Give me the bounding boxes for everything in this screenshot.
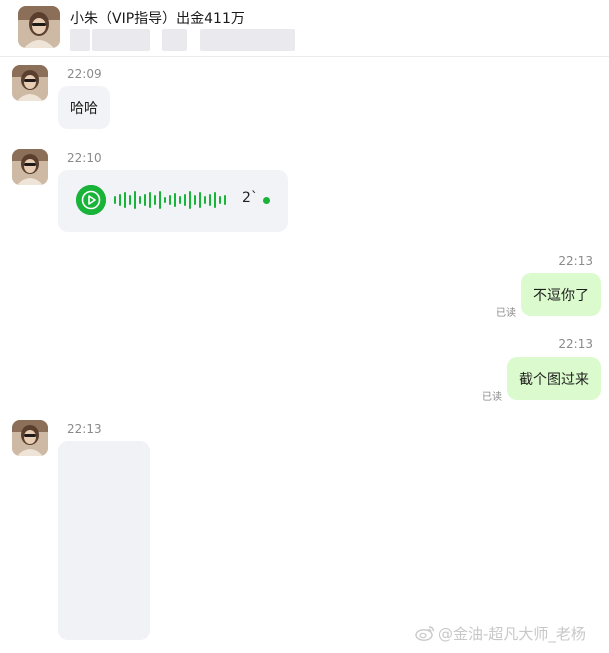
- message-bubble[interactable]: 截个图过来: [507, 357, 601, 400]
- chat-title: 小朱（VIP指导）出金411万: [70, 11, 245, 27]
- message-timestamp: 22:09: [67, 67, 102, 81]
- redacted-subtitle: [92, 29, 150, 51]
- message-text: 哈哈: [70, 100, 98, 117]
- sender-avatar[interactable]: [12, 149, 48, 185]
- message-bubble[interactable]: 不逗你了: [521, 273, 601, 316]
- message-text: 截个图过来: [519, 371, 589, 388]
- weibo-icon: [415, 626, 435, 641]
- sender-avatar[interactable]: [12, 420, 48, 456]
- redacted-subtitle: [162, 29, 187, 51]
- message-timestamp: 22:10: [67, 151, 102, 165]
- image-message[interactable]: [58, 441, 150, 640]
- message-timestamp: 22:13: [67, 422, 102, 436]
- message-timestamp: 22:13: [558, 337, 593, 351]
- voice-message-bubble[interactable]: 2`: [58, 170, 288, 232]
- message-text: 不逗你了: [533, 287, 589, 304]
- play-icon[interactable]: [76, 185, 106, 215]
- contact-avatar[interactable]: [18, 6, 60, 48]
- message-bubble[interactable]: 哈哈: [58, 86, 110, 129]
- chat-header: 小朱（VIP指导）出金411万: [0, 0, 609, 57]
- voice-duration: 2`: [242, 190, 258, 206]
- sender-avatar[interactable]: [12, 65, 48, 101]
- voice-waveform: [114, 188, 226, 212]
- redacted-subtitle: [200, 29, 295, 51]
- redacted-subtitle: [70, 29, 90, 51]
- message-timestamp: 22:13: [558, 254, 593, 268]
- watermark-text: @金油-超凡大师_老杨: [438, 625, 586, 643]
- read-status: 已读: [496, 308, 516, 319]
- unread-dot: [263, 197, 270, 204]
- watermark: @金油-超凡大师_老杨: [415, 623, 586, 644]
- read-status: 已读: [482, 392, 502, 403]
